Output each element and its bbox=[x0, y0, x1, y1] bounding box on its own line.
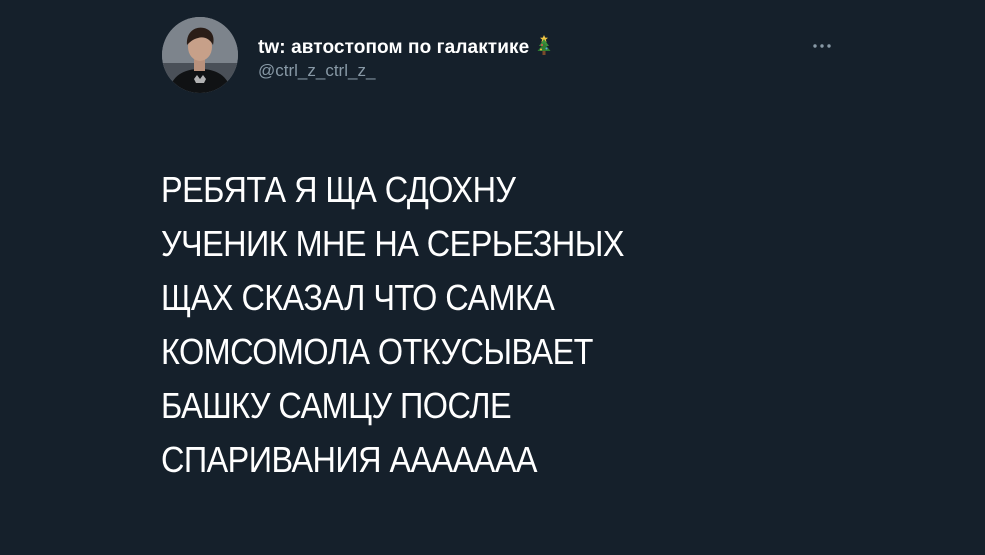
avatar-photo bbox=[162, 17, 238, 93]
user-handle[interactable]: @ctrl_z_ctrl_z_ bbox=[258, 60, 375, 82]
tweet-text-line: СПАРИВАНИЯ ААААААА bbox=[161, 439, 538, 480]
display-name-text: tw: автостопом по галактике bbox=[258, 37, 530, 58]
tweet-text-line: ЩАХ СКАЗАЛ ЧТО САМКА bbox=[161, 277, 555, 318]
tweet-text-line: УЧЕНИК МНЕ НА СЕРЬЕЗНЫХ bbox=[161, 223, 625, 264]
tweet-text: РЕБЯТА Я ЩА СДОХНУ УЧЕНИК МНЕ НА СЕРЬЕЗН… bbox=[161, 163, 791, 487]
avatar[interactable] bbox=[162, 17, 238, 93]
tweet-text-line: РЕБЯТА Я ЩА СДОХНУ bbox=[161, 169, 516, 210]
more-horizontal-icon[interactable] bbox=[806, 38, 838, 54]
tweet-text-line: КОМСОМОЛА ОТКУСЫВАЕТ bbox=[161, 331, 593, 372]
display-name[interactable]: tw: автостопом по галактике bbox=[258, 34, 552, 60]
tweet-card: tw: автостопом по галактике @ctrl_z_ctrl… bbox=[0, 0, 985, 555]
christmas-tree-icon bbox=[536, 34, 552, 56]
tweet-text-line: БАШКУ САМЦУ ПОСЛЕ bbox=[161, 385, 512, 426]
